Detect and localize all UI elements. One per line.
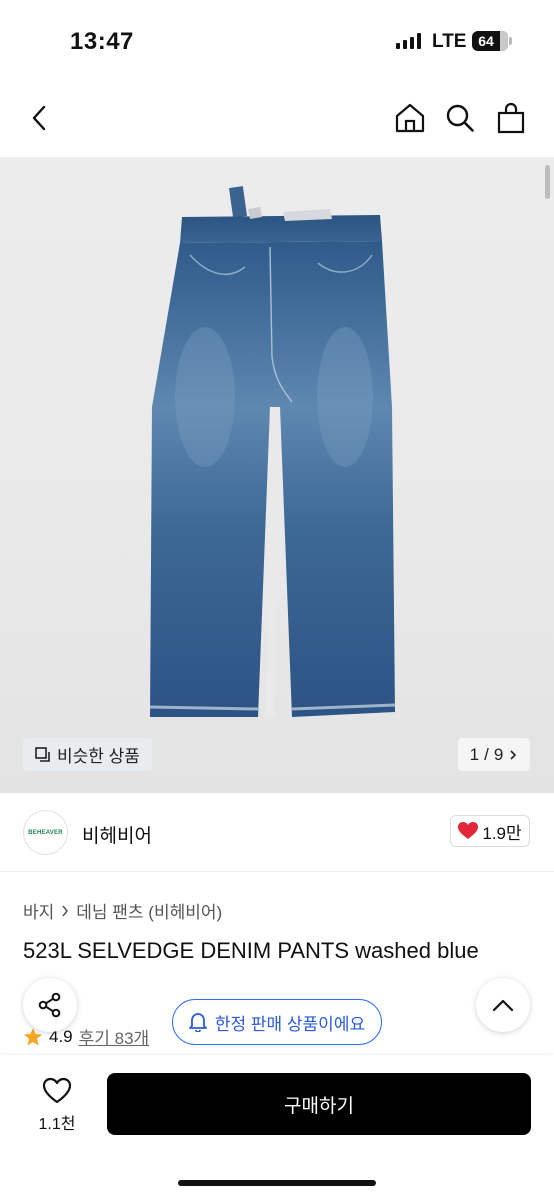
home-button[interactable]	[390, 98, 430, 138]
bottom-bar: 1.1천 구매하기	[0, 1055, 554, 1200]
chevron-right-icon	[62, 905, 69, 916]
cart-button[interactable]	[491, 98, 531, 138]
breadcrumb-item-subcategory[interactable]: 데님 팬츠 (비헤비어)	[76, 898, 222, 923]
product-image[interactable]: 비슷한 상품 1 / 9	[0, 157, 554, 793]
buy-button[interactable]: 구매하기	[107, 1073, 531, 1135]
status-bar: 13:47 LTE 64	[0, 0, 554, 84]
brand-name[interactable]: 비헤비어	[82, 821, 152, 848]
back-button[interactable]	[20, 98, 60, 138]
wishlist-button[interactable]: 1.1천	[30, 1077, 84, 1134]
network-type: LTE	[432, 31, 467, 52]
battery-level: 64	[478, 33, 494, 49]
review-link[interactable]: 후기 83개	[79, 1024, 150, 1049]
similar-items-button[interactable]: 비슷한 상품	[23, 738, 152, 771]
copy-icon	[35, 746, 50, 762]
product-title: 523L SELVEDGE DENIM PANTS washed blue	[23, 938, 479, 963]
brand-row[interactable]: BEHEAVER 비헤비어 1.9만	[0, 796, 554, 872]
search-button[interactable]	[440, 98, 480, 138]
breadcrumb: 바지 데님 팬츠 (비헤비어)	[23, 898, 222, 923]
scroll-top-button[interactable]	[476, 978, 530, 1032]
search-icon	[446, 104, 474, 132]
status-time: 13:47	[70, 28, 134, 55]
pager-separator: /	[484, 744, 489, 764]
breadcrumb-item-category[interactable]: 바지	[23, 898, 54, 923]
pager-total: 9	[493, 744, 504, 764]
bell-icon	[188, 1013, 207, 1032]
brand-logo-text: BEHEAVER	[28, 829, 63, 836]
heart-filled-icon	[458, 822, 479, 839]
scroll-indicator	[545, 165, 550, 199]
similar-items-label: 비슷한 상품	[57, 747, 140, 766]
brand-like-count: 1.9만	[482, 823, 522, 843]
battery-icon: 64	[472, 31, 508, 51]
heart-outline-icon	[42, 1077, 72, 1104]
home-indicator	[178, 1180, 376, 1186]
home-icon	[395, 103, 425, 133]
image-pager[interactable]: 1 / 9	[458, 738, 530, 771]
denim-pants-illustration	[149, 186, 396, 718]
wishlist-count: 1.1천	[38, 1116, 76, 1133]
limited-sale-banner[interactable]: 한정 판매 상품이에요	[172, 999, 382, 1045]
share-icon	[38, 992, 61, 1018]
brand-like-button[interactable]: 1.9만	[450, 815, 530, 847]
chevron-up-icon	[492, 999, 514, 1012]
limited-sale-label: 한정 판매 상품이에요	[214, 1014, 366, 1034]
signal-icon	[396, 33, 421, 49]
chevron-left-icon	[32, 105, 46, 131]
brand-logo[interactable]: BEHEAVER	[23, 810, 68, 855]
share-button[interactable]	[23, 978, 77, 1032]
pager-current: 1	[469, 744, 480, 764]
shopping-bag-icon	[497, 102, 525, 134]
top-nav	[0, 84, 554, 156]
chevron-right-icon	[510, 749, 517, 760]
